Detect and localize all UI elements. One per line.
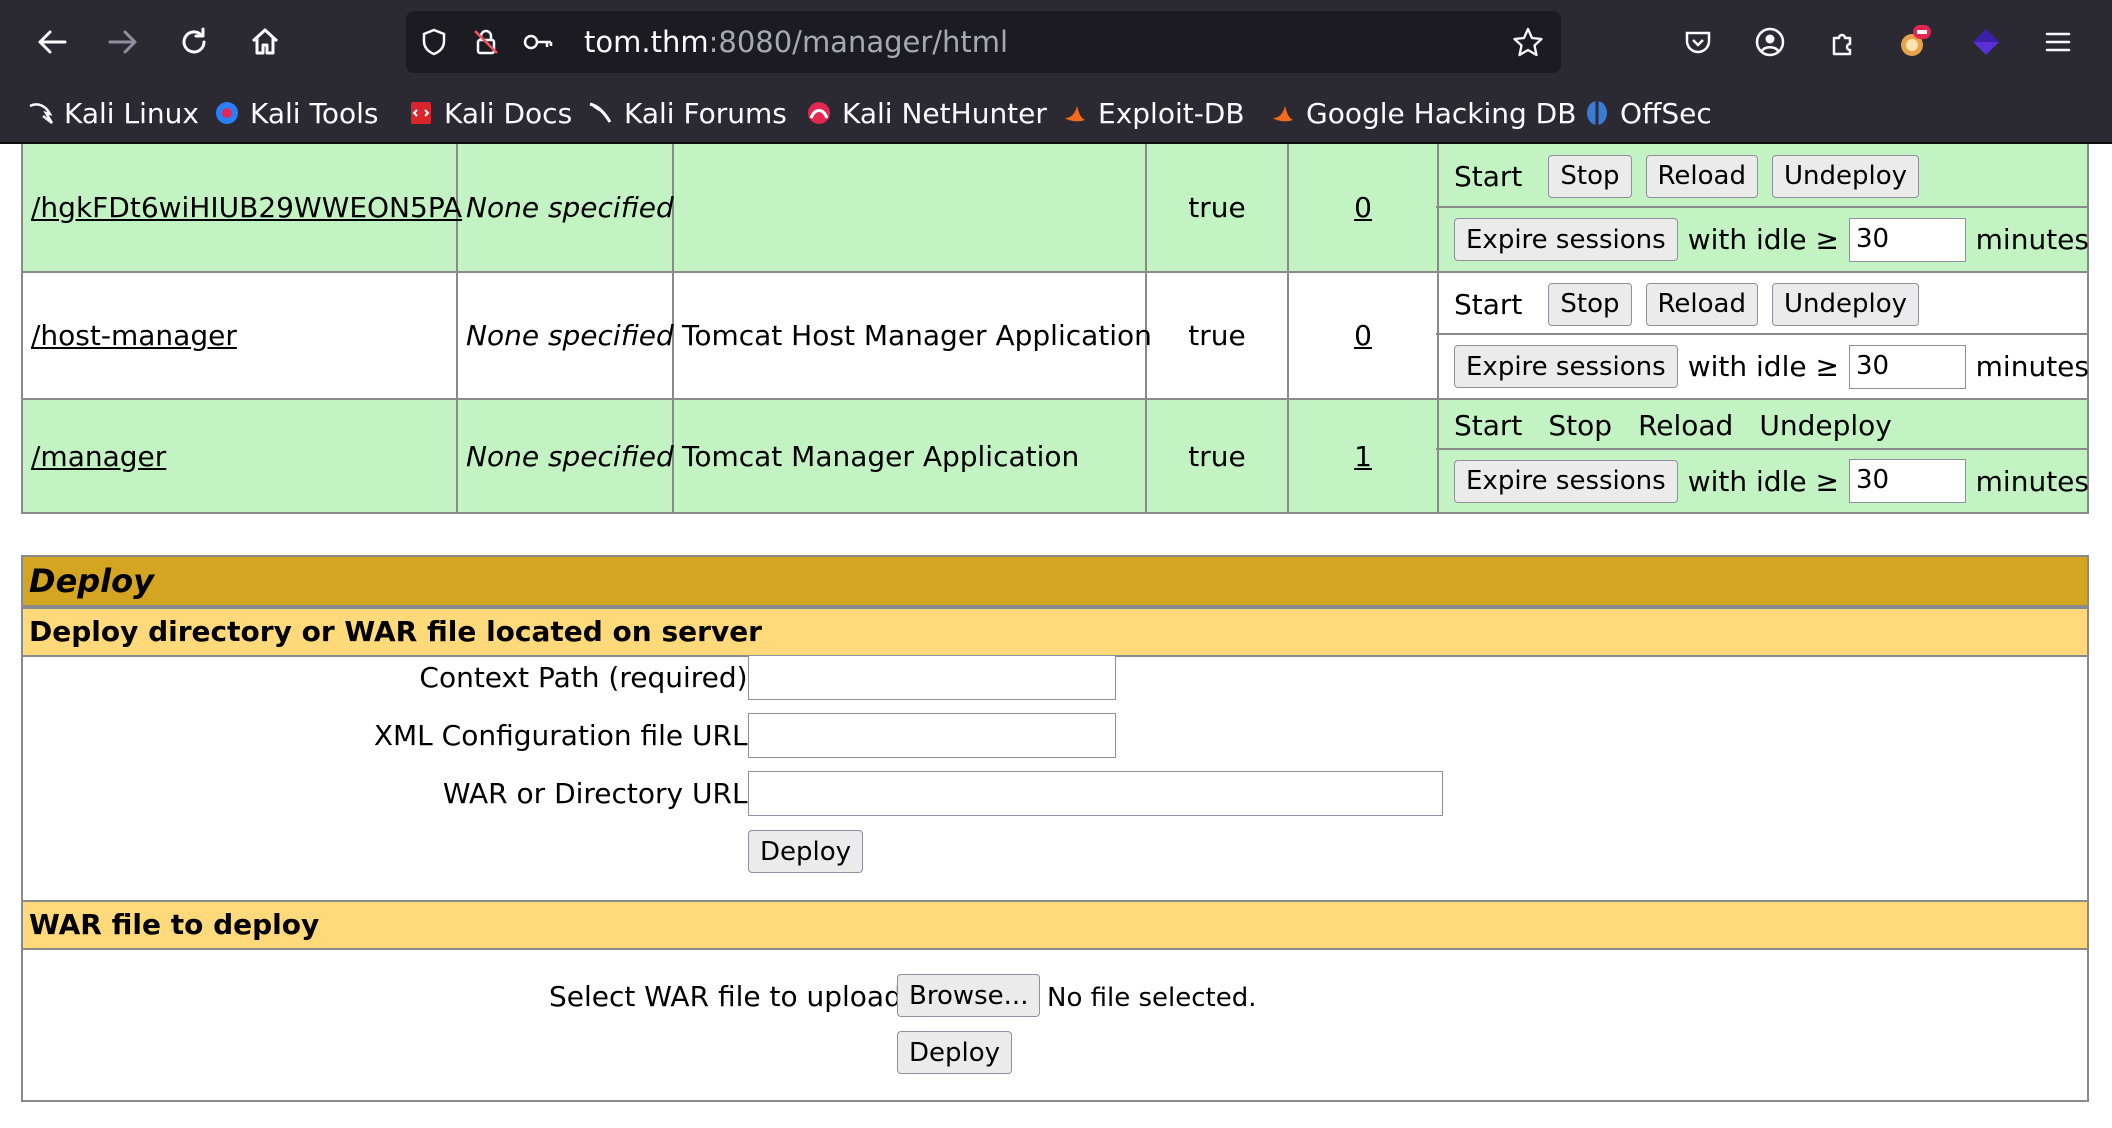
app-version: None specified (458, 273, 674, 398)
reload-label: Reload (1638, 408, 1734, 442)
bookmarks-bar: Kali Linux Kali Tools Kali Docs Kali For… (0, 84, 2112, 144)
minutes-label: minutes (1975, 223, 2089, 256)
context-path-label: Context Path (required): (419, 661, 757, 694)
bookmark-offsec[interactable]: OffSec (1584, 84, 1712, 142)
deploy-war-button[interactable]: Deploy (897, 1031, 1013, 1074)
deploy-title: Deploy (23, 557, 2087, 607)
app-running: true (1147, 400, 1289, 512)
home-icon[interactable] (245, 22, 285, 62)
app-path[interactable]: /host-manager (23, 273, 458, 398)
xml-config-input[interactable] (748, 713, 1116, 758)
back-icon[interactable] (32, 22, 72, 62)
minutes-label: minutes (1975, 464, 2089, 498)
start-label: Start (1454, 159, 1523, 193)
deploy-server-button[interactable]: Deploy (748, 830, 864, 873)
bookmark-kali-docs[interactable]: Kali Docs (408, 84, 572, 142)
expire-sessions-button[interactable]: Expire sessions (1454, 345, 1678, 388)
app-sessions[interactable]: 1 (1289, 400, 1439, 512)
stop-button[interactable]: Stop (1548, 154, 1632, 198)
kali-tools-icon (214, 100, 240, 126)
bookmark-exploit-db[interactable]: Exploit-DB (1062, 84, 1245, 142)
idle-minutes-input[interactable]: 30 (1848, 344, 1966, 389)
xml-config-label: XML Configuration file URL: (373, 719, 757, 752)
pocket-icon[interactable] (1678, 22, 1718, 62)
insecure-lock-icon[interactable] (470, 26, 502, 58)
divider (21, 512, 2089, 514)
no-file-selected-text: No file selected. (1047, 983, 1257, 1013)
app-running: true (1147, 144, 1289, 271)
kali-forums-icon (588, 100, 614, 126)
app-path[interactable]: /hgkFDt6wiHIUB29WWEON5PA (23, 144, 462, 271)
account-icon[interactable] (1750, 22, 1790, 62)
app-path[interactable]: /manager (23, 400, 458, 512)
bookmark-kali-forums[interactable]: Kali Forums (588, 84, 787, 142)
app-sessions[interactable]: 0 (1289, 144, 1439, 271)
expire-sessions-button[interactable]: Expire sessions (1454, 459, 1678, 503)
bookmark-kali-tools[interactable]: Kali Tools (214, 84, 378, 142)
extension-diamond-icon[interactable] (1966, 22, 2006, 62)
app-commands: Start Stop Reload Undeploy (1436, 402, 2089, 448)
idle-minutes-input[interactable]: 30 (1848, 459, 1966, 503)
app-commands: Start Stop Reload Undeploy (1436, 275, 2089, 333)
with-idle-label: with idle ≥ (1687, 464, 1839, 498)
kali-dragon-icon (28, 100, 54, 126)
expire-sessions-form: Expire sessions with idle ≥ 30 minutes (1436, 335, 2089, 398)
app-sessions[interactable]: 0 (1289, 273, 1439, 398)
offsec-icon (1584, 100, 1610, 126)
page-content: /hgkFDt6wiHIUB29WWEON5PA None specified … (0, 144, 2112, 1128)
stop-label: Stop (1548, 408, 1613, 442)
reload-button[interactable]: Reload (1645, 154, 1758, 198)
bookmark-kali-nethunter[interactable]: Kali NetHunter (806, 84, 1047, 142)
bookmark-google-hacking-db[interactable]: Google Hacking DB (1270, 84, 1576, 142)
kali-docs-icon (408, 100, 434, 126)
menu-icon[interactable] (2038, 22, 2078, 62)
url-text[interactable]: tom.thm:8080/manager/html (584, 11, 1008, 73)
undeploy-label: Undeploy (1759, 408, 1892, 442)
app-commands: Start Stop Reload Undeploy (1436, 146, 2089, 206)
stop-button[interactable]: Stop (1548, 282, 1632, 326)
bookmark-star-icon[interactable] (1512, 26, 1544, 58)
forward-icon[interactable] (103, 22, 143, 62)
google-hacking-db-icon (1270, 100, 1296, 126)
undeploy-button[interactable]: Undeploy (1771, 282, 1920, 326)
app-display-name (674, 144, 1147, 271)
expire-sessions-button[interactable]: Expire sessions (1454, 218, 1678, 261)
reload-icon[interactable] (174, 22, 214, 62)
exploit-db-icon (1062, 100, 1088, 126)
idle-minutes-input[interactable]: 30 (1848, 217, 1966, 262)
expire-sessions-form: Expire sessions with idle ≥ 30 minutes (1436, 208, 2089, 271)
key-icon[interactable] (522, 26, 554, 58)
deploy-server-header: Deploy directory or WAR file located on … (23, 607, 2087, 657)
kali-nethunter-icon (806, 100, 832, 126)
extensions-icon[interactable] (1822, 22, 1862, 62)
deploy-section: Deploy Deploy directory or WAR file loca… (21, 555, 2089, 1102)
extension-addon-icon[interactable] (1894, 22, 1934, 62)
bookmark-kali-linux[interactable]: Kali Linux (28, 84, 199, 142)
with-idle-label: with idle ≥ (1687, 223, 1839, 256)
war-dir-url-input[interactable] (748, 771, 1443, 816)
select-war-label: Select WAR file to upload (549, 980, 902, 1013)
app-running: true (1147, 273, 1289, 398)
undeploy-button[interactable]: Undeploy (1771, 154, 1920, 198)
start-label: Start (1454, 287, 1523, 321)
app-version: None specified (458, 400, 674, 512)
browser-toolbar: tom.thm:8080/manager/html (0, 0, 2112, 84)
war-dir-url-label: WAR or Directory URL: (442, 777, 757, 810)
app-version: None specified (458, 144, 674, 271)
shield-icon[interactable] (418, 26, 450, 58)
app-display-name: Tomcat Manager Application (674, 400, 1147, 512)
app-display-name: Tomcat Host Manager Application (674, 273, 1152, 398)
url-bar[interactable]: tom.thm:8080/manager/html (406, 11, 1561, 73)
with-idle-label: with idle ≥ (1687, 350, 1839, 383)
expire-sessions-form: Expire sessions with idle ≥ 30 minutes (1436, 450, 2089, 512)
context-path-input[interactable] (748, 655, 1116, 700)
reload-button[interactable]: Reload (1645, 282, 1758, 326)
browse-button[interactable]: Browse... (897, 974, 1041, 1017)
start-label: Start (1454, 408, 1523, 442)
minutes-label: minutes (1975, 350, 2089, 383)
war-upload-header: WAR file to deploy (23, 900, 2087, 950)
